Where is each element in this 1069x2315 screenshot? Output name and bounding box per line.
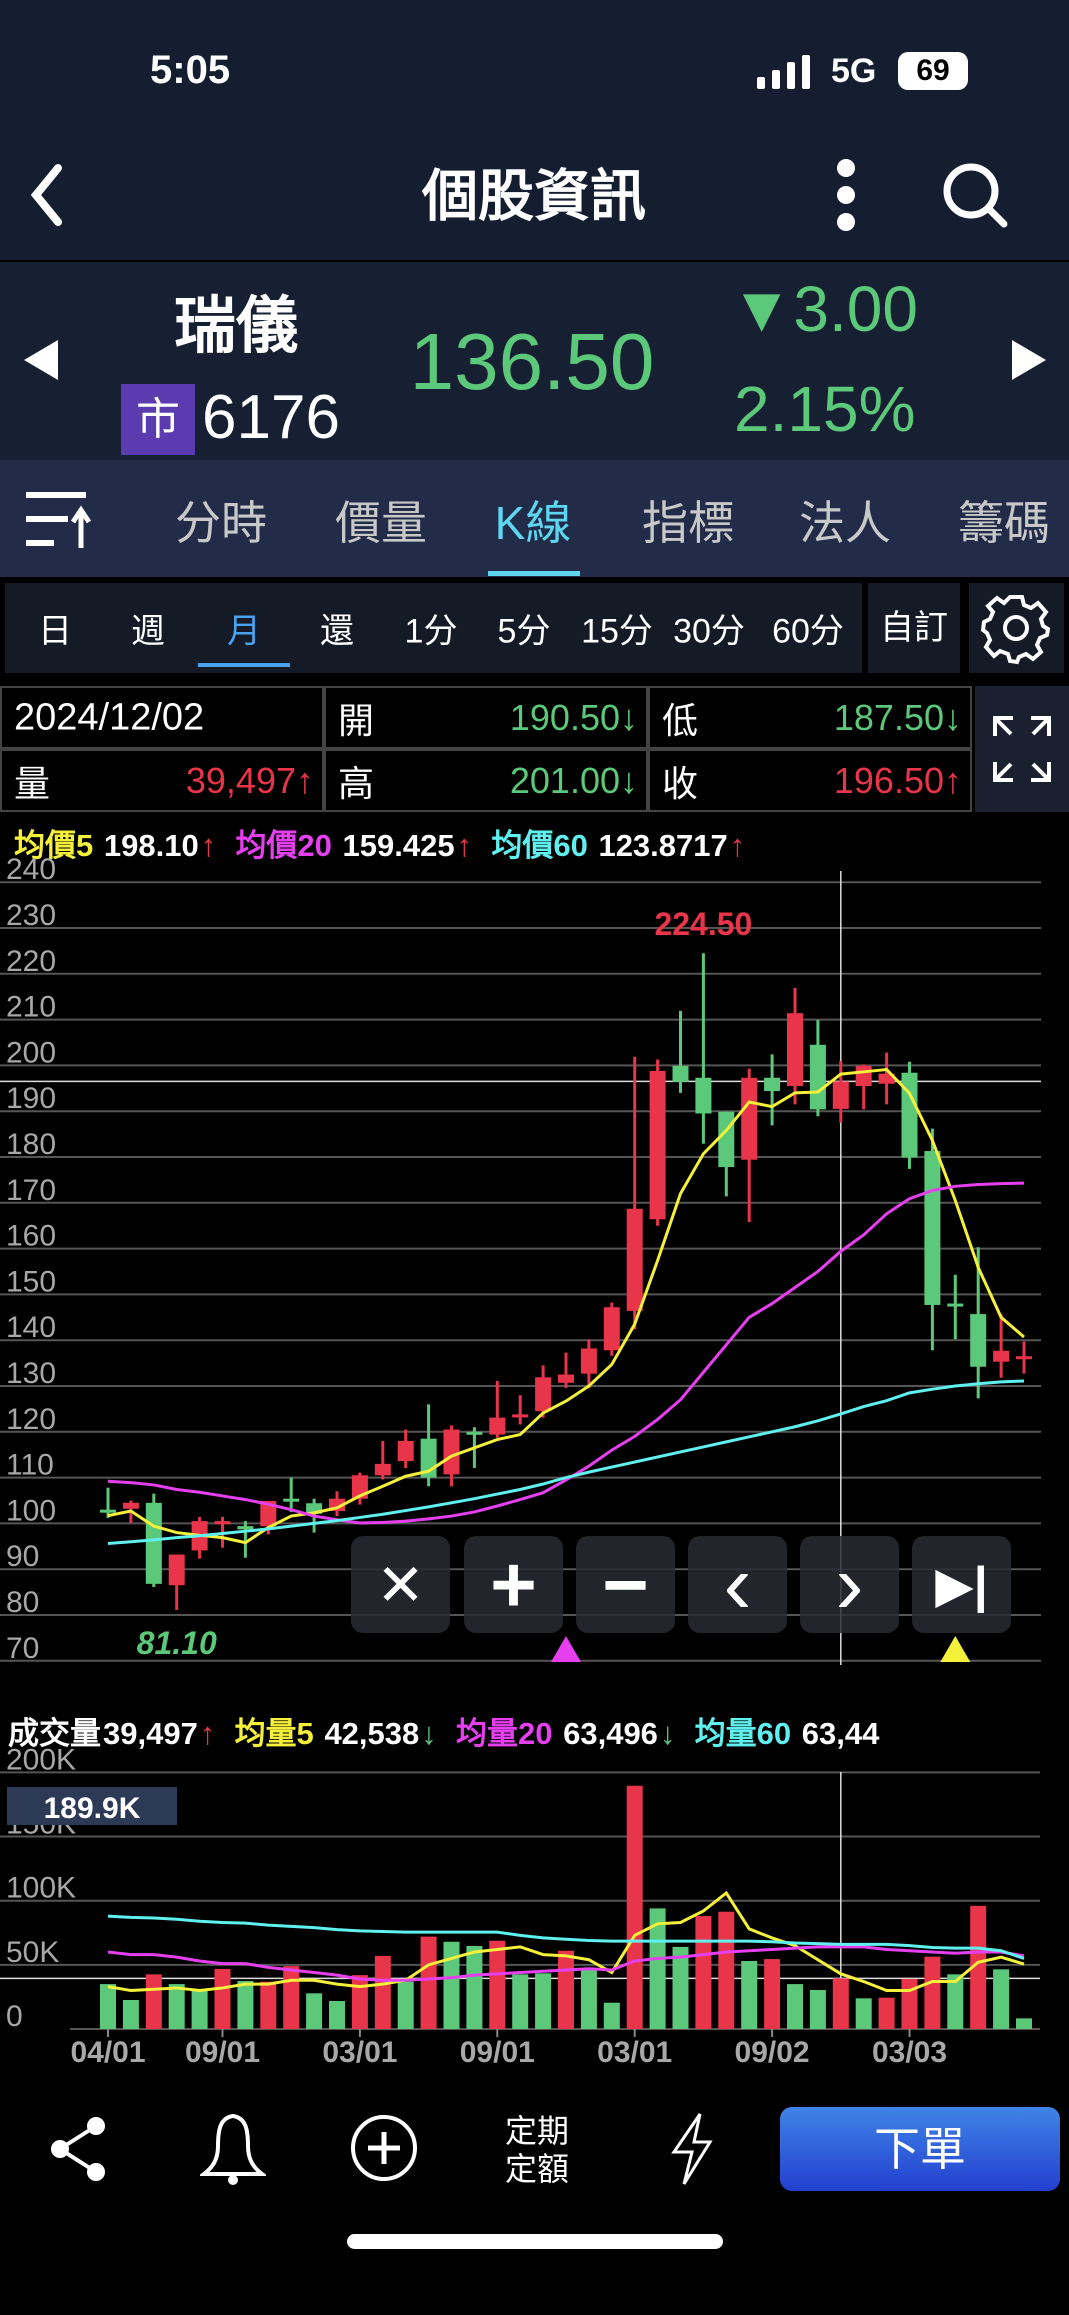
volume-bar [260, 1981, 277, 2029]
dca-button[interactable]: 定期 定額 [505, 2112, 569, 2188]
zoom-in-button[interactable]: + [464, 1536, 563, 1633]
volume-bar [764, 1959, 781, 2029]
home-indicator [347, 2234, 723, 2249]
volume-bar [283, 1966, 300, 2029]
plus-circle-icon [351, 2115, 417, 2181]
share-button[interactable] [50, 2116, 106, 2182]
alert-button[interactable] [198, 2112, 268, 2186]
volume-bar [237, 1981, 254, 2029]
volume-bar [901, 1978, 918, 2029]
volume-axis-label: 100K [6, 1872, 76, 1905]
volume-bar [603, 2002, 620, 2029]
x-axis-label: 09/01 [460, 2036, 535, 2069]
volume-chart[interactable]: 200K150K100K50K0189.9K04/0109/0103/0109/… [0, 0, 1069, 2080]
quick-order-button[interactable] [670, 2112, 714, 2186]
dca-line1: 定期 [505, 2113, 570, 2149]
volume-bar [306, 1993, 323, 2029]
plus-icon: + [490, 1539, 537, 1629]
place-order-button[interactable]: 下單 [780, 2107, 1060, 2191]
volume-bar [672, 1946, 689, 2029]
jump-to-latest-button[interactable]: ▶| [912, 1536, 1011, 1633]
volume-bar [695, 1916, 712, 2029]
scroll-right-button[interactable]: › [800, 1536, 899, 1633]
volume-bar [351, 1975, 368, 2029]
volume-bar [100, 1984, 116, 2029]
volume-bar [924, 1956, 941, 2029]
volume-bar [718, 1911, 735, 2029]
volume-bar [489, 1940, 506, 2029]
volume-bar [741, 1961, 758, 2029]
lightning-icon [671, 2113, 713, 2185]
volume-bar [535, 1973, 552, 2029]
volume-bar [512, 1974, 529, 2029]
x-axis-label: 03/03 [872, 2036, 947, 2069]
volume-axis-label: 200K [6, 1743, 76, 1776]
crosshair-value-label: 189.9K [44, 1792, 141, 1825]
volume-bar [787, 1984, 803, 2029]
share-icon [51, 2117, 105, 2181]
zoom-out-button[interactable]: − [576, 1536, 675, 1633]
minus-icon: − [602, 1539, 649, 1629]
volume-bar [191, 1989, 208, 2029]
volume-bar [443, 1941, 460, 2029]
volume-bar [145, 1974, 162, 2029]
volume-bar [993, 1969, 1010, 2029]
x-axis-label: 03/01 [322, 2036, 397, 2069]
volume-bar [168, 1984, 185, 2029]
volume-axis-label: 0 [6, 2000, 23, 2033]
bell-icon [198, 2113, 268, 2185]
scroll-left-button[interactable]: ‹ [688, 1536, 787, 1633]
x-axis-label: 09/01 [185, 2036, 260, 2069]
close-chart-tool-button[interactable]: ✕ [351, 1536, 450, 1633]
volume-axis-label: 50K [6, 1936, 59, 1969]
skip-end-icon: ▶| [935, 1556, 988, 1613]
chevron-left-icon: ‹ [723, 1537, 752, 1631]
x-axis-label: 04/01 [70, 2036, 145, 2069]
volume-bar [878, 1997, 895, 2029]
volume-bar [214, 1968, 231, 2029]
dca-line2: 定額 [505, 2151, 570, 2187]
chevron-right-icon: › [835, 1537, 864, 1631]
volume-bar [809, 1989, 826, 2029]
add-watchlist-button[interactable] [350, 2114, 418, 2182]
x-axis-label: 09/02 [735, 2036, 810, 2069]
close-icon: ✕ [376, 1552, 425, 1618]
volume-bar [122, 2000, 139, 2029]
volume-bar [855, 1998, 872, 2029]
volume-bar [626, 1785, 643, 2029]
volume-bar [1016, 2018, 1032, 2029]
volume-bar [329, 2001, 345, 2029]
volume-bar [580, 1969, 597, 2029]
volume-bar [832, 1978, 849, 2029]
volume-bar [558, 1950, 574, 2029]
volume-bar [374, 1955, 391, 2029]
volume-bar [397, 1981, 414, 2029]
x-axis-label: 03/01 [597, 2036, 672, 2069]
volume-bar [420, 1936, 437, 2029]
volume-bar [466, 1945, 483, 2029]
